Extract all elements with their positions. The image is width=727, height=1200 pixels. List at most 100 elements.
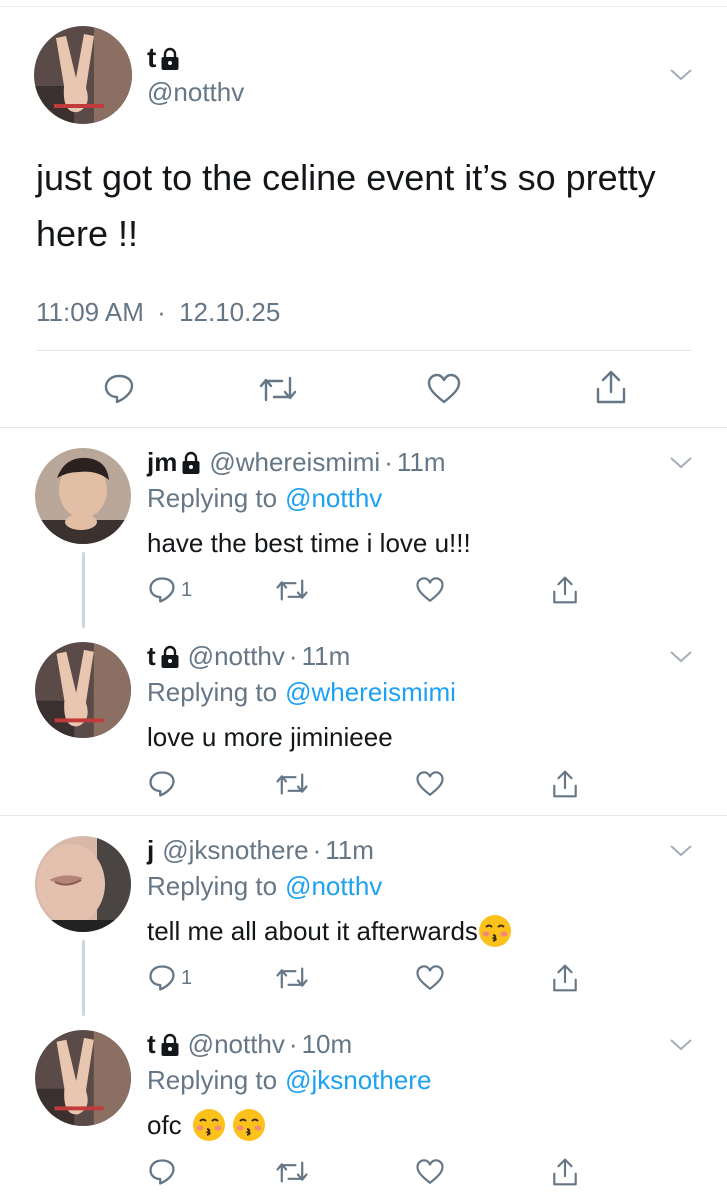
reply-time[interactable]: 10m: [302, 1028, 353, 1060]
share-icon: [553, 576, 577, 604]
reply-header: t @notthv · 10m: [147, 1028, 352, 1060]
like-button[interactable]: [415, 572, 445, 608]
reply-button[interactable]: [147, 766, 177, 802]
reply-text: love u more jiminieee: [147, 722, 393, 752]
chevron-down-icon[interactable]: [668, 840, 694, 860]
replying-label: Replying to: [147, 871, 278, 901]
lock-icon: [182, 451, 200, 474]
lock-icon: [161, 1033, 179, 1056]
avatar[interactable]: [35, 448, 131, 544]
username[interactable]: @whereismimi: [209, 446, 380, 478]
mention-link[interactable]: @whereismimi: [285, 677, 456, 707]
tweet-timestamp[interactable]: 11:09 AM · 12.10.25: [36, 296, 280, 328]
reply-actions: 1: [147, 960, 587, 996]
chevron-down-icon[interactable]: [668, 1034, 694, 1054]
like-button[interactable]: [415, 960, 445, 996]
replying-to: Replying to @jksnothere: [147, 1064, 431, 1096]
heart-icon: [416, 577, 444, 602]
share-icon: [596, 370, 626, 404]
share-button[interactable]: [551, 572, 579, 608]
username[interactable]: @notthv: [147, 76, 244, 108]
reply-actions: [147, 766, 587, 802]
display-name[interactable]: t: [147, 640, 156, 672]
reply-icon: [149, 577, 175, 603]
share-icon: [553, 1158, 577, 1186]
retweet-button[interactable]: [258, 371, 298, 407]
like-button[interactable]: [415, 1154, 445, 1190]
retweet-icon: [276, 1161, 308, 1183]
mention-link[interactable]: @notthv: [285, 871, 382, 901]
like-button[interactable]: [426, 371, 462, 407]
chevron-down-icon[interactable]: [668, 64, 694, 84]
tweet-time: 11:09 AM: [36, 297, 144, 327]
reply-button[interactable]: 1: [147, 572, 192, 608]
share-button[interactable]: [551, 1154, 579, 1190]
separator: ·: [288, 641, 298, 671]
reply-count: 1: [181, 966, 193, 989]
avatar[interactable]: [35, 642, 131, 738]
separator: ·: [384, 447, 393, 477]
reply-icon: [104, 374, 134, 404]
chevron-down-icon[interactable]: [668, 646, 694, 666]
retweet-icon: [276, 773, 308, 795]
chevron-down-icon[interactable]: [668, 452, 694, 472]
replying-to: Replying to @notthv: [147, 482, 382, 514]
divider: [0, 427, 727, 428]
avatar[interactable]: [34, 26, 132, 124]
separator: ·: [288, 1029, 298, 1059]
reply-count: 1: [181, 578, 193, 601]
username[interactable]: @jksnothere: [162, 834, 308, 866]
replying-label: Replying to: [147, 483, 278, 513]
reply-actions: 1: [147, 572, 587, 608]
username[interactable]: @notthv: [188, 1028, 285, 1060]
meta-separator: ·: [157, 297, 166, 327]
display-name[interactable]: j: [147, 834, 154, 866]
replying-to: Replying to @whereismimi: [147, 676, 456, 708]
reply-time[interactable]: 11m: [325, 834, 374, 866]
kissing-face-emoji: [232, 1109, 265, 1141]
username[interactable]: @notthv: [188, 640, 285, 672]
share-icon: [553, 964, 577, 992]
share-button[interactable]: [594, 369, 628, 405]
avatar[interactable]: [35, 836, 131, 932]
separator: ·: [312, 835, 322, 865]
retweet-icon: [276, 967, 308, 989]
display-name[interactable]: t: [147, 1028, 156, 1060]
retweet-button[interactable]: [275, 766, 309, 802]
reply-time[interactable]: 11m: [397, 446, 446, 478]
reply-button[interactable]: 1: [147, 960, 192, 996]
display-name[interactable]: t: [147, 41, 180, 75]
share-button[interactable]: [551, 766, 579, 802]
reply-text: have the best time i love u!!!: [147, 528, 471, 558]
thread-line: [82, 552, 85, 628]
replying-label: Replying to: [147, 677, 278, 707]
tweet-actions: [36, 363, 692, 415]
kissing-face-emoji: [192, 1109, 225, 1141]
reply-icon: [149, 1159, 175, 1185]
retweet-icon: [276, 579, 308, 601]
reply-text-content: ofc: [147, 1110, 182, 1140]
reply-button[interactable]: [147, 1154, 177, 1190]
like-button[interactable]: [415, 766, 445, 802]
retweet-button[interactable]: [275, 572, 309, 608]
display-name-text: t: [147, 42, 157, 73]
thread-line: [82, 940, 85, 1016]
reply-header: jm @whereismimi · 11m: [147, 446, 446, 478]
reply-time[interactable]: 11m: [302, 640, 351, 672]
replying-to: Replying to @notthv: [147, 870, 382, 902]
heart-icon: [416, 1159, 444, 1184]
top-divider: [0, 6, 727, 7]
divider: [0, 815, 727, 816]
mention-link[interactable]: @notthv: [285, 483, 382, 513]
share-button[interactable]: [551, 960, 579, 996]
retweet-button[interactable]: [275, 1154, 309, 1190]
reply-text-content: tell me all about it afterwards: [147, 916, 478, 946]
reply-text: tell me all about it afterwards: [147, 914, 512, 948]
display-name[interactable]: jm: [147, 446, 177, 478]
avatar[interactable]: [35, 1030, 131, 1126]
reply-button[interactable]: [102, 371, 136, 407]
retweet-button[interactable]: [275, 960, 309, 996]
lock-icon: [161, 645, 179, 668]
mention-link[interactable]: @jksnothere: [285, 1065, 431, 1095]
heart-icon: [416, 771, 444, 796]
